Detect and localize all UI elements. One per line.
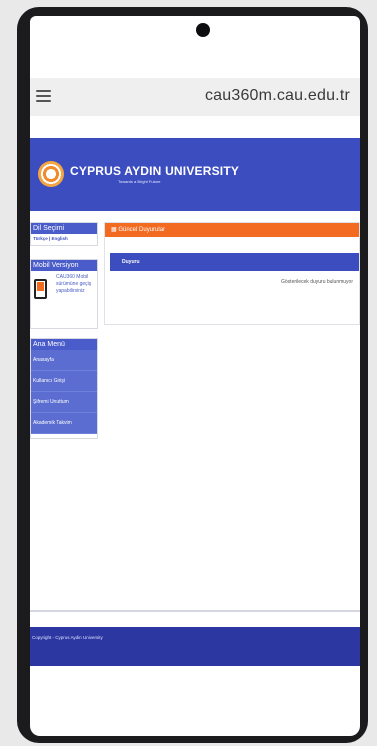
- tagline: Towards a Bright Future: [118, 179, 161, 184]
- mobile-version-box: Mobil Versiyon CAU360 Mobil sürümüne geç…: [30, 259, 98, 329]
- front-camera: [196, 23, 210, 37]
- news-title: ▦ Güncel Duyurular: [105, 223, 359, 237]
- news-column-header: Duyuru: [110, 253, 359, 271]
- tabs-menu-icon[interactable]: [34, 87, 54, 107]
- url-text[interactable]: cau360m.cau.edu.tr: [205, 87, 350, 105]
- menu-item-forgot-password[interactable]: Şifremi Unuttum: [31, 392, 97, 413]
- language-box: Dil Seçimi Türkçe | English: [30, 222, 98, 246]
- mobile-title: Mobil Versiyon: [31, 260, 97, 271]
- menu-item-home[interactable]: Anasayfa: [31, 350, 97, 371]
- menu-item-login[interactable]: Kullanıcı Girişi: [31, 371, 97, 392]
- address-bar[interactable]: cau360m.cau.edu.tr: [30, 78, 360, 116]
- language-title: Dil Seçimi: [31, 223, 97, 234]
- tablet-icon: [34, 279, 47, 299]
- language-links[interactable]: Türkçe | English: [31, 234, 97, 244]
- site-footer: Copyright - Cyprus Aydin University: [30, 627, 360, 666]
- empty-message: Gösterilecek duyuru bulunmuyor: [281, 279, 353, 285]
- copyright-text: Copyright - Cyprus Aydin University: [32, 635, 103, 640]
- footer-divider: [30, 610, 360, 612]
- main-menu-box: Ana Menü Anasayfa Kullanıcı Girişi Şifre…: [30, 338, 98, 439]
- mobile-version-link[interactable]: CAU360 Mobil sürümüne geçiş yapabilirsin…: [31, 271, 97, 329]
- menu-item-academic-calendar[interactable]: Akademik Takvim: [31, 413, 97, 434]
- browser-screen: cau360m.cau.edu.tr CYPRUS AYDIN UNIVERSI…: [30, 16, 360, 736]
- main-menu-list: Anasayfa Kullanıcı Girişi Şifremi Unuttu…: [31, 350, 97, 434]
- mobile-text[interactable]: CAU360 Mobil sürümüne geçiş yapabilirsin…: [56, 274, 96, 295]
- site-header: CYPRUS AYDIN UNIVERSITY Towards a Bright…: [30, 138, 360, 211]
- university-name[interactable]: CYPRUS AYDIN UNIVERSITY: [70, 164, 239, 178]
- main-menu-title: Ana Menü: [31, 339, 97, 350]
- news-panel: ▦ Güncel Duyurular Duyuru Gösterilecek d…: [104, 222, 360, 325]
- university-logo-icon[interactable]: [38, 161, 64, 187]
- news-title-text: Güncel Duyurular: [118, 227, 166, 233]
